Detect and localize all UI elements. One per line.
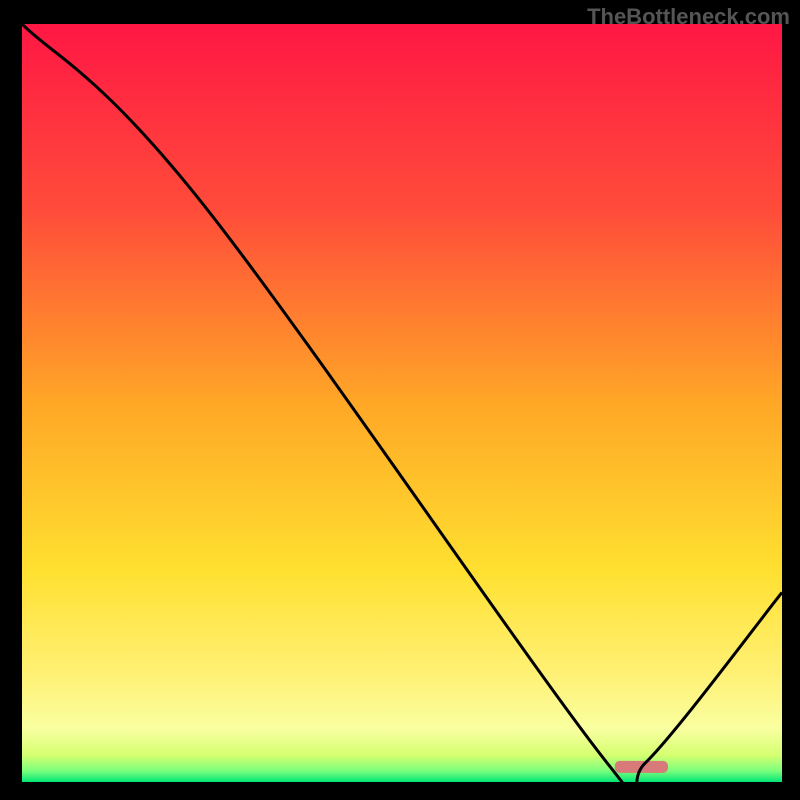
watermark-text: TheBottleneck.com — [587, 4, 790, 30]
bottleneck-chart — [22, 24, 782, 782]
chart-frame — [22, 24, 782, 782]
gradient-background — [22, 24, 782, 782]
